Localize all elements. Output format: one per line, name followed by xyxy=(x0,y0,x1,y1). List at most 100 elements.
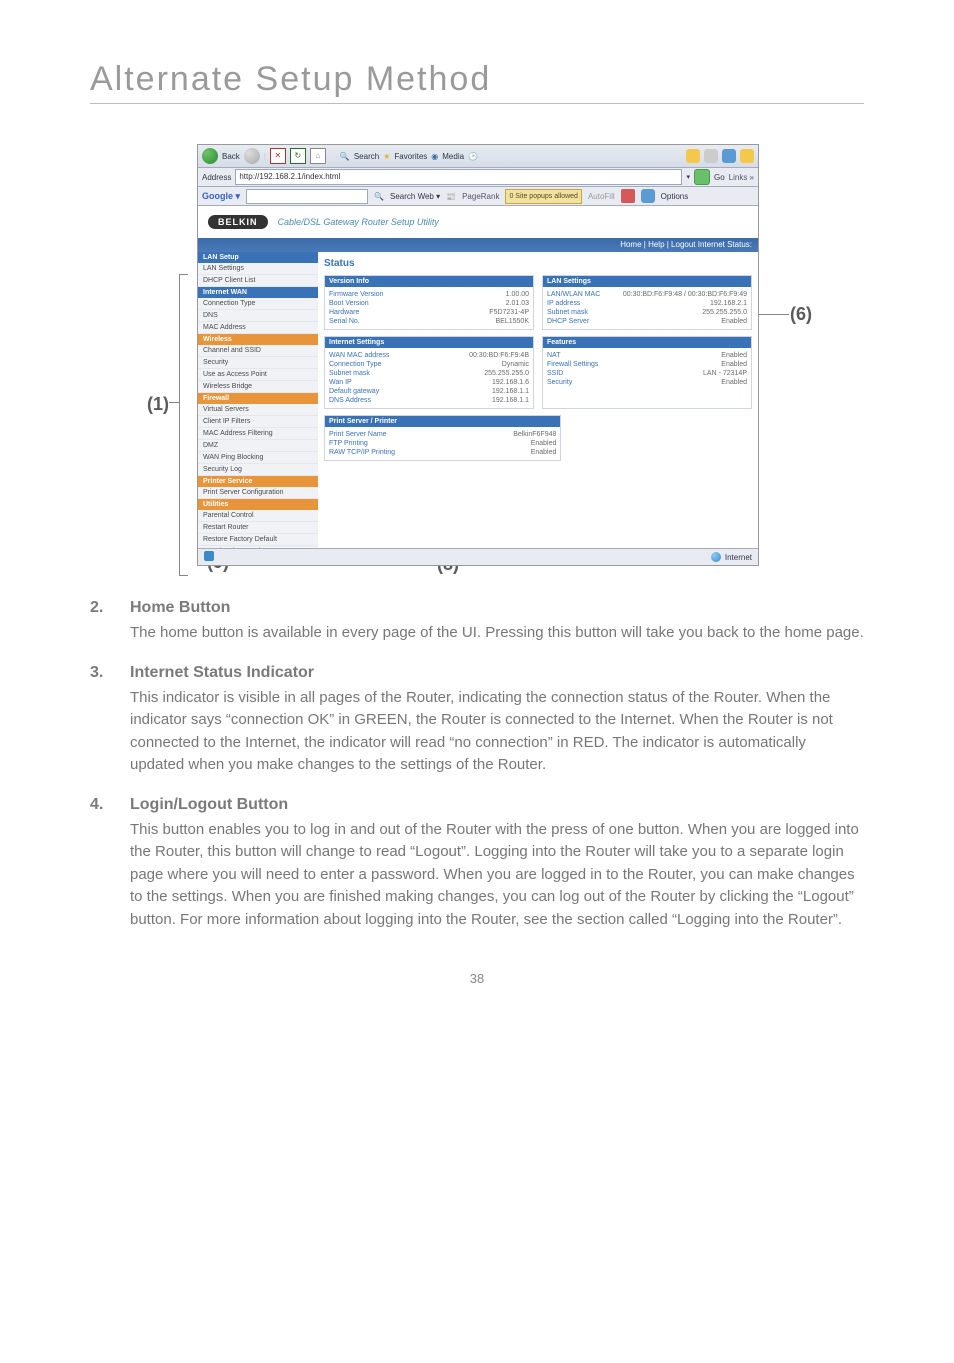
home-icon[interactable]: ⌂ xyxy=(310,148,326,164)
sidebar-item[interactable]: Security Log xyxy=(198,464,318,476)
options-icon[interactable] xyxy=(641,189,655,203)
callout-6: (6) xyxy=(790,304,812,325)
news-icon[interactable]: 📰 xyxy=(446,192,456,201)
kv-row: Connection TypeDynamic xyxy=(329,360,529,369)
sidebar-item[interactable]: Use as Access Point xyxy=(198,369,318,381)
sidebar-item[interactable]: Channel and SSID xyxy=(198,345,318,357)
panel-version-title: Version Info xyxy=(325,276,533,287)
sidebar-item[interactable]: Virtual Servers xyxy=(198,404,318,416)
sidebar-item[interactable]: LAN Settings xyxy=(198,263,318,275)
panel-printer: Print Server / Printer Print Server Name… xyxy=(324,415,561,461)
item-3-num: 3. xyxy=(90,661,130,777)
sidebar-section: Utilities xyxy=(198,499,318,510)
sidebar-item[interactable]: MAC Address Filtering xyxy=(198,428,318,440)
kv-row: Serial No.BEL1550K xyxy=(329,317,529,326)
sidebar-item[interactable]: Security xyxy=(198,357,318,369)
search-label[interactable]: Search xyxy=(354,152,379,161)
media-icon[interactable]: ◉ xyxy=(431,152,438,161)
kv-value: 1.00.00 xyxy=(506,291,529,298)
mail-icon[interactable] xyxy=(686,149,700,163)
media-label[interactable]: Media xyxy=(442,152,464,161)
kv-value: BEL1550K xyxy=(496,318,529,325)
favorites-icon[interactable]: ★ xyxy=(383,152,390,161)
sidebar-item[interactable]: DHCP Client List xyxy=(198,275,318,287)
panel-lan: LAN Settings LAN/WLAN MAC00:30:BD:F6:F9:… xyxy=(542,275,752,330)
sidebar-item[interactable]: DNS xyxy=(198,310,318,322)
panel-lan-title: LAN Settings xyxy=(543,276,751,287)
content-area: LAN SetupLAN SettingsDHCP Client ListInt… xyxy=(198,252,758,566)
kv-value: Enabled xyxy=(721,318,747,325)
google-logo[interactable]: Google ▾ xyxy=(202,191,240,202)
kv-key: Boot Version xyxy=(329,300,369,307)
go-label[interactable]: Go xyxy=(714,173,725,182)
kv-value: Enabled xyxy=(531,440,557,447)
kv-value: Enabled xyxy=(721,352,747,359)
line-6 xyxy=(759,314,789,315)
autofill-label[interactable]: AutoFill xyxy=(588,192,615,201)
sidebar-item[interactable]: DMZ xyxy=(198,440,318,452)
favorites-label[interactable]: Favorites xyxy=(394,152,427,161)
kv-key: WAN MAC address xyxy=(329,352,389,359)
print-icon[interactable] xyxy=(704,149,718,163)
sidebar-item[interactable]: Print Server Configuration xyxy=(198,487,318,499)
search-icon[interactable]: 🔍 xyxy=(340,152,350,161)
kv-row: DHCP ServerEnabled xyxy=(547,317,747,326)
edit-icon[interactable] xyxy=(722,149,736,163)
links-label[interactable]: Links » xyxy=(729,173,754,182)
sidebar-item[interactable]: Restart Router xyxy=(198,522,318,534)
kv-key: Print Server Name xyxy=(329,431,387,438)
popup-blocker[interactable]: 0 Site popups allowed xyxy=(505,189,582,204)
panel-features: Features NATEnabledFirewall SettingsEnab… xyxy=(542,336,752,409)
sidebar-item[interactable]: Restore Factory Default xyxy=(198,534,318,546)
panel-internet-title: Internet Settings xyxy=(325,337,533,348)
main-pane: Status Version Info Firmware Version1.00… xyxy=(318,252,758,566)
messenger-icon[interactable] xyxy=(740,149,754,163)
panel-printer-title: Print Server / Printer xyxy=(325,416,560,427)
sidebar-item[interactable]: MAC Address xyxy=(198,322,318,334)
kv-key: IP address xyxy=(547,300,580,307)
kv-value: 192.168.2.1 xyxy=(710,300,747,307)
kv-value: F5D7231-4P xyxy=(489,309,529,316)
kv-value: 192.168.1.1 xyxy=(492,388,529,395)
google-toolbar: Google ▾ 🔍 Search Web ▾ 📰 PageRank 0 Sit… xyxy=(198,187,758,206)
sidebar: LAN SetupLAN SettingsDHCP Client ListInt… xyxy=(198,252,318,566)
blocked-icon[interactable] xyxy=(621,189,635,203)
kv-key: Firmware Version xyxy=(329,291,383,298)
sidebar-item[interactable]: Wireless Bridge xyxy=(198,381,318,393)
options-label[interactable]: Options xyxy=(661,192,689,201)
history-icon[interactable]: 🕑 xyxy=(468,152,478,161)
kv-row: Default gateway192.168.1.1 xyxy=(329,387,529,396)
panel-version: Version Info Firmware Version 1.00.00 Boot… xyxy=(324,275,534,330)
sidebar-item[interactable]: Client IP Filters xyxy=(198,416,318,428)
kv-value: 255.255.255.0 xyxy=(702,309,747,316)
sidebar-item[interactable]: Parental Control xyxy=(198,510,318,522)
item-2: 2. Home Button The home button is availa… xyxy=(90,596,864,645)
kv-value: LAN - 72314P xyxy=(703,370,747,377)
ie-toolbar: Back | ✕ ↻ ⌂ 🔍 Search ★ Favorites ◉ Medi… xyxy=(198,145,758,168)
belkin-topbar[interactable]: Home | Help | Logout Internet Status: xyxy=(198,238,758,252)
back-icon[interactable] xyxy=(202,148,218,164)
search-web-label[interactable]: Search Web ▾ xyxy=(390,192,440,201)
address-input[interactable]: http://192.168.2.1/index.html xyxy=(235,169,682,185)
sidebar-section: Firewall xyxy=(198,393,318,404)
kv-value: 00:30:BD:F6:F9:4B xyxy=(469,352,529,359)
forward-icon[interactable] xyxy=(244,148,260,164)
kv-key: RAW TCP/IP Printing xyxy=(329,449,395,456)
kv-row: Wan IP192.168.1.6 xyxy=(329,378,529,387)
kv-key: DNS Address xyxy=(329,397,371,404)
stop-icon[interactable]: ✕ xyxy=(270,148,286,164)
kv-value: Enabled xyxy=(721,379,747,386)
back-label[interactable]: Back xyxy=(222,152,240,161)
addr-dropdown-icon[interactable]: ▾ xyxy=(686,173,690,181)
sidebar-item[interactable]: Connection Type xyxy=(198,298,318,310)
sidebar-item[interactable]: WAN Ping Blocking xyxy=(198,452,318,464)
kv-row: DNS Address192.168.1.1 xyxy=(329,396,529,405)
go-icon[interactable] xyxy=(694,169,710,185)
callout-1: (1) xyxy=(147,394,169,415)
google-search-input[interactable] xyxy=(246,189,368,204)
title-rule xyxy=(90,103,864,104)
kv-value: BelkinF6F948 xyxy=(513,431,556,438)
google-search-icon[interactable]: 🔍 xyxy=(374,192,384,201)
belkin-logo: BELKIN xyxy=(208,215,268,229)
refresh-icon[interactable]: ↻ xyxy=(290,148,306,164)
